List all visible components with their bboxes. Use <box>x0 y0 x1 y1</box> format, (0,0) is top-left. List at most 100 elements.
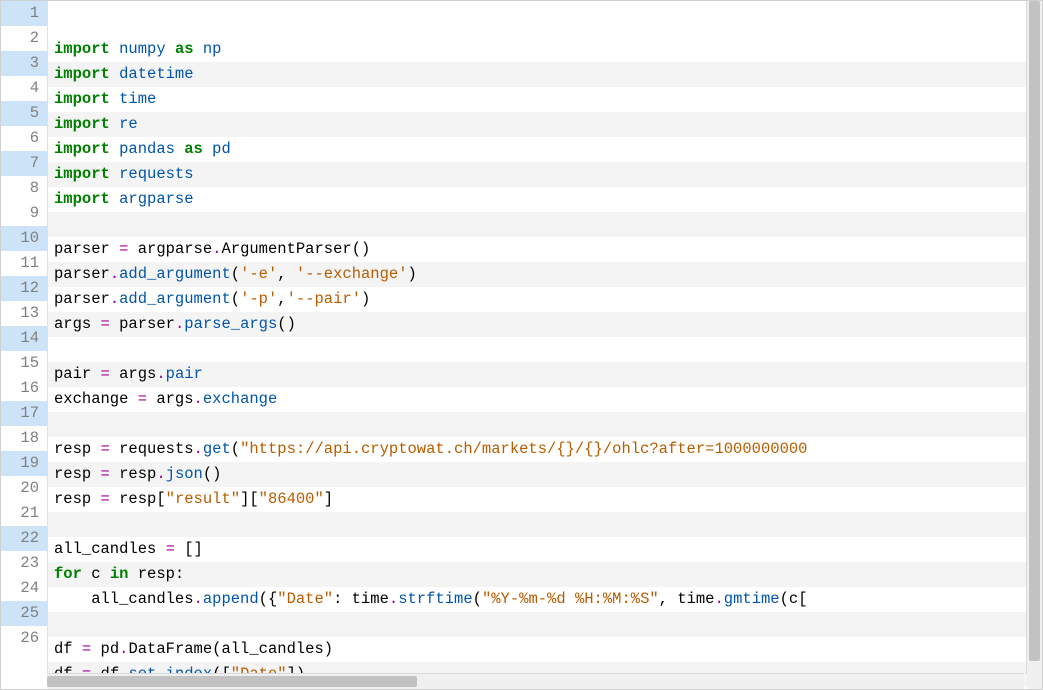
code-token: args <box>110 365 157 383</box>
horizontal-scrollbar-thumb[interactable] <box>47 676 417 687</box>
code-line[interactable]: import re <box>48 112 1042 137</box>
code-token: [] <box>175 540 203 558</box>
code-token: in <box>110 565 129 583</box>
code-line[interactable]: import datetime <box>48 62 1042 87</box>
code-line[interactable]: import time <box>48 87 1042 112</box>
code-token <box>110 115 119 133</box>
code-token: ArgumentParser <box>221 240 351 258</box>
code-token: import <box>54 65 110 83</box>
code-token: args <box>54 315 101 333</box>
code-line[interactable]: import numpy as np <box>48 37 1042 62</box>
code-token: import <box>54 115 110 133</box>
horizontal-scrollbar[interactable] <box>47 673 1024 689</box>
code-editor[interactable]: 1234567891011121314151617181920212223242… <box>0 0 1043 690</box>
code-token: ( <box>473 590 482 608</box>
line-number: 7 <box>1 151 47 176</box>
line-number: 3 <box>1 51 47 76</box>
line-number: 10 <box>1 226 47 251</box>
code-token: pair <box>54 365 101 383</box>
code-token: exchange <box>203 390 277 408</box>
line-number: 14 <box>1 326 47 351</box>
code-token: '-p' <box>240 290 277 308</box>
code-token: json <box>166 465 203 483</box>
vertical-scrollbar[interactable] <box>1026 1 1042 674</box>
code-line[interactable]: exchange = args.exchange <box>48 387 1042 412</box>
code-token: . <box>194 390 203 408</box>
code-token: = <box>101 465 110 483</box>
code-token: df <box>54 640 82 658</box>
line-number: 22 <box>1 526 47 551</box>
line-number: 19 <box>1 451 47 476</box>
code-line[interactable] <box>48 337 1042 362</box>
code-token: . <box>389 590 398 608</box>
code-line[interactable]: pair = args.pair <box>48 362 1042 387</box>
code-line[interactable]: all_candles = [] <box>48 537 1042 562</box>
code-token: ][ <box>240 490 259 508</box>
code-token: argparse <box>128 240 212 258</box>
code-token: ({ <box>259 590 278 608</box>
code-line[interactable]: df = pd.DataFrame(all_candles) <box>48 637 1042 662</box>
code-token: . <box>156 465 165 483</box>
code-line[interactable]: resp = requests.get("https://api.cryptow… <box>48 437 1042 462</box>
code-token: = <box>82 640 91 658</box>
code-line[interactable]: import pandas as pd <box>48 137 1042 162</box>
line-number-gutter: 1234567891011121314151617181920212223242… <box>1 1 48 689</box>
vertical-scrollbar-thumb[interactable] <box>1029 1 1040 661</box>
code-line[interactable]: parser.add_argument('-p','--pair') <box>48 287 1042 312</box>
code-token <box>166 40 175 58</box>
code-line[interactable]: resp = resp.json() <box>48 462 1042 487</box>
code-token: import <box>54 40 110 58</box>
code-token: import <box>54 90 110 108</box>
code-token: . <box>175 315 184 333</box>
line-number: 17 <box>1 401 47 426</box>
code-token: = <box>101 440 110 458</box>
code-token: parse_args <box>184 315 277 333</box>
code-line[interactable] <box>48 412 1042 437</box>
line-number: 5 <box>1 101 47 126</box>
line-number: 20 <box>1 476 47 501</box>
code-token: as <box>175 40 194 58</box>
code-token: = <box>166 540 175 558</box>
code-token: parser <box>110 315 175 333</box>
code-line[interactable]: parser.add_argument('-e', '--exchange') <box>48 262 1042 287</box>
code-line[interactable]: parser = argparse.ArgumentParser() <box>48 237 1042 262</box>
code-token: DataFrame <box>128 640 212 658</box>
code-token: c <box>82 565 110 583</box>
code-token: "https://api.cryptowat.ch/markets/{}/{}/… <box>240 440 807 458</box>
line-number: 2 <box>1 26 47 51</box>
code-line[interactable]: resp = resp["result"]["86400"] <box>48 487 1042 512</box>
code-token: (c[ <box>780 590 808 608</box>
code-line[interactable] <box>48 612 1042 637</box>
code-line[interactable]: args = parser.parse_args() <box>48 312 1042 337</box>
code-token: resp <box>54 465 101 483</box>
code-token: pair <box>166 365 203 383</box>
code-token: datetime <box>119 65 193 83</box>
code-token: exchange <box>54 390 138 408</box>
code-token: , time <box>659 590 715 608</box>
code-token: all_candles <box>54 590 194 608</box>
code-token: () <box>203 465 222 483</box>
code-token: numpy <box>119 40 166 58</box>
code-token: ( <box>231 440 240 458</box>
code-line[interactable]: import requests <box>48 162 1042 187</box>
line-number: 25 <box>1 601 47 626</box>
code-token: = <box>101 365 110 383</box>
code-line[interactable] <box>48 512 1042 537</box>
code-token: , <box>277 265 296 283</box>
code-line[interactable]: all_candles.append({"Date": time.strftim… <box>48 587 1042 612</box>
code-token: '-e' <box>240 265 277 283</box>
code-line[interactable]: import argparse <box>48 187 1042 212</box>
code-token <box>175 140 184 158</box>
code-line[interactable] <box>48 212 1042 237</box>
code-line[interactable]: for c in resp: <box>48 562 1042 587</box>
code-token: () <box>277 315 296 333</box>
code-area[interactable]: import numpy as npimport datetimeimport … <box>48 1 1042 689</box>
code-token: , <box>277 290 286 308</box>
line-number: 1 <box>1 1 47 26</box>
code-token: (all_candles) <box>212 640 333 658</box>
code-token: ( <box>231 290 240 308</box>
line-number: 8 <box>1 176 47 201</box>
code-token: ] <box>324 490 333 508</box>
code-token: . <box>194 590 203 608</box>
code-token: argparse <box>119 190 193 208</box>
